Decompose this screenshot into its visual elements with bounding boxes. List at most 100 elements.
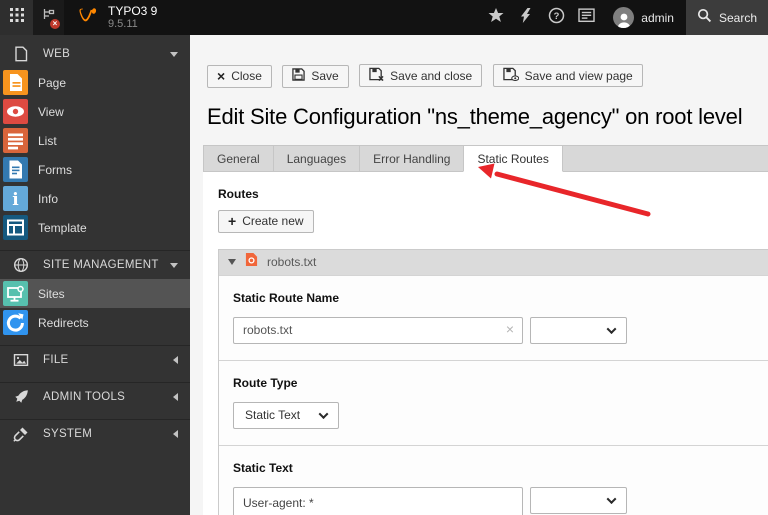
static-text-textarea[interactable]: User-agent: * Disallow: /typo3/ Sitemap:… (233, 486, 523, 515)
sidebar-item-view[interactable]: View (0, 97, 190, 126)
sidebar-item-template[interactable]: Template (0, 213, 190, 242)
sidebar-header-label: SYSTEM (43, 428, 93, 440)
route-file-icon (245, 252, 258, 272)
globe-icon (13, 257, 29, 273)
typo3-logo (78, 7, 99, 28)
sidebar-item-page[interactable]: Page (0, 68, 190, 97)
sidebar-header-label: ADMIN TOOLS (43, 391, 126, 403)
sidebar-item-label: Redirects (38, 315, 89, 330)
bookmarks-button[interactable] (481, 0, 511, 35)
modules-menu-button[interactable] (0, 0, 33, 35)
sidebar-header-label: SITE MANAGEMENT (43, 259, 159, 271)
tab-general[interactable]: General (203, 144, 273, 172)
tab-static-routes[interactable]: Static Routes (463, 144, 563, 172)
chevron-down-icon (606, 493, 617, 504)
chevron-down-icon (318, 408, 329, 419)
product-version: 9.5.11 (108, 18, 138, 30)
field-static-text: Static Text User-agent: * Disallow: /typ… (219, 444, 768, 515)
chevron-left-icon (173, 430, 178, 438)
route-name-select[interactable] (530, 316, 627, 344)
star-icon (488, 7, 504, 28)
eye-icon (3, 99, 28, 124)
sidebar-item-label: Sites (38, 286, 65, 301)
chevron-down-icon (606, 323, 617, 334)
field-label: Route Type (233, 375, 298, 390)
sidebar-header-site-management[interactable]: SITE MANAGEMENT (0, 251, 190, 279)
question-circle-icon: ? (548, 7, 565, 29)
systeminfo-button[interactable] (571, 0, 601, 35)
sidebar-section-admin-tools: ADMIN TOOLS (0, 382, 190, 411)
route-type-select[interactable]: Static Text (233, 401, 339, 429)
static-text-select[interactable] (530, 486, 627, 514)
sidebar-item-label: Forms (38, 162, 72, 177)
sidebar-item-label: List (38, 133, 57, 148)
error-badge: × (50, 19, 60, 29)
route-record-body: Static Route Name × Route Typ (219, 274, 768, 515)
search-label: Search (718, 10, 757, 25)
save-button[interactable]: Save (282, 64, 349, 88)
user-menu-button[interactable]: admin (601, 0, 686, 35)
field-route-type: Route Type Static Text (219, 359, 768, 445)
save-close-icon (369, 67, 384, 84)
sidebar-item-redirects[interactable]: Redirects (0, 308, 190, 337)
clear-input-icon[interactable]: × (506, 322, 514, 336)
sidebar-header-system[interactable]: SYSTEM (0, 420, 190, 448)
svg-text:?: ? (553, 10, 559, 21)
tab-error-handling[interactable]: Error Handling (359, 144, 464, 172)
field-label: Static Route Name (233, 290, 340, 305)
search-icon (697, 8, 712, 28)
field-static-route-name: Static Route Name × (219, 274, 768, 360)
save-icon (292, 68, 306, 84)
rocket-icon (13, 389, 29, 405)
form-icon (3, 157, 28, 182)
static-routes-panel: Routes + Create new robots.txt Static Ro… (203, 171, 768, 515)
image-icon (13, 352, 29, 368)
content-area: × Close Save Save and close Save and vie… (190, 35, 768, 515)
route-name-input[interactable] (233, 316, 523, 344)
route-record-header[interactable]: robots.txt (219, 249, 768, 275)
chevron-left-icon (173, 393, 178, 401)
template-icon (3, 215, 28, 240)
route-name-input-wrap: × (233, 316, 523, 344)
lightning-icon (521, 7, 531, 28)
sidebar-header-admin-tools[interactable]: ADMIN TOOLS (0, 383, 190, 411)
help-button[interactable]: ? (541, 0, 571, 35)
clear-cache-button[interactable] (511, 0, 541, 35)
grid-icon (9, 8, 24, 27)
tab-languages[interactable]: Languages (272, 144, 360, 172)
chevron-down-icon (170, 51, 178, 57)
sidebar-section-site-management: SITE MANAGEMENT Sites Redirects (0, 250, 190, 337)
sidebar-section-web: WEB Page View List Forms i Info Template (0, 40, 190, 242)
sidebar-item-sites[interactable]: Sites (0, 279, 190, 308)
collapse-chevron-icon (228, 259, 236, 265)
page-tree-toggle-button[interactable]: × (33, 0, 64, 35)
info-icon: i (3, 186, 28, 211)
tabbar-filler (562, 144, 768, 172)
topbar: × TYPO3 9 9.5.11 ? admin Search (0, 0, 768, 35)
sidebar-item-label: Template (38, 220, 87, 235)
svg-text:i: i (12, 190, 19, 210)
save-and-view-button[interactable]: Save and view page (492, 64, 643, 87)
sidebar-item-label: Info (38, 191, 59, 206)
sidebar-item-list[interactable]: List (0, 126, 190, 155)
document-icon (13, 46, 29, 62)
sidebar-item-forms[interactable]: Forms (0, 155, 190, 184)
sites-monitor-icon (3, 281, 28, 306)
sidebar-item-label: Page (38, 75, 67, 90)
search-button[interactable]: Search (685, 0, 768, 35)
save-and-view-label: Save and view page (524, 68, 633, 83)
list-icon (3, 128, 28, 153)
sidebar-section-file: FILE (0, 345, 190, 374)
sidebar-item-info[interactable]: i Info (0, 184, 190, 213)
form-tabs: General Languages Error Handling Static … (203, 144, 768, 172)
sidebar-header-file[interactable]: FILE (0, 346, 190, 374)
list-panel-icon (578, 7, 595, 28)
close-button-label: Close (231, 69, 262, 83)
sidebar-header-web[interactable]: WEB (0, 40, 190, 68)
route-record-robots: robots.txt Static Route Name × (218, 248, 768, 515)
create-new-button[interactable]: + Create new (218, 209, 314, 233)
page-title: Edit Site Configuration "ns_theme_agency… (207, 103, 743, 129)
save-and-close-button[interactable]: Save and close (359, 64, 483, 87)
close-button[interactable]: × Close (207, 64, 272, 88)
